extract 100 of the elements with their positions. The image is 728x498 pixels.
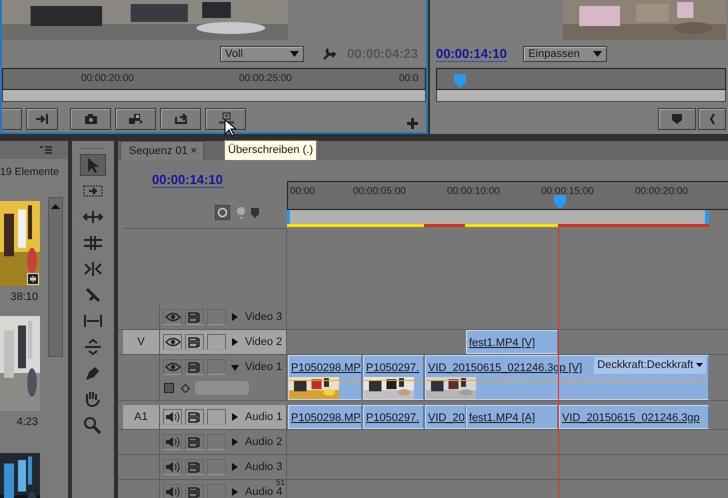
snap-icon[interactable] bbox=[215, 205, 230, 220]
clip[interactable]: P1050298.MP bbox=[288, 355, 362, 400]
clip-label: P1050298.MP bbox=[291, 361, 361, 376]
scale-dropdown[interactable]: Voll bbox=[220, 46, 304, 62]
track-lock-toggle[interactable] bbox=[206, 359, 226, 376]
track-lock-toggle[interactable] bbox=[206, 434, 226, 450]
camera-button[interactable] bbox=[70, 108, 111, 130]
track-lock-toggle[interactable] bbox=[206, 309, 226, 325]
scale-dropdown[interactable]: Einpassen bbox=[523, 46, 608, 62]
lock-icon bbox=[188, 336, 200, 348]
track-target[interactable]: V bbox=[137, 334, 145, 350]
close-button[interactable]: × bbox=[190, 142, 197, 160]
wrench-icon[interactable] bbox=[322, 47, 336, 61]
track-lock-toggle[interactable] bbox=[206, 459, 226, 475]
scrollbar[interactable] bbox=[48, 196, 63, 357]
expand-icon[interactable] bbox=[231, 338, 240, 346]
clip[interactable]: fest1.MP4 [V] bbox=[466, 330, 558, 354]
time-ruler[interactable] bbox=[436, 68, 726, 90]
scrollbar[interactable] bbox=[436, 90, 726, 102]
sequence-tab[interactable]: Sequenz 01 × bbox=[120, 141, 204, 160]
track-lock-toggle[interactable] bbox=[206, 334, 226, 350]
clip[interactable]: P1050297. bbox=[363, 405, 424, 429]
duration: 38:10 bbox=[9, 290, 38, 305]
expand-icon[interactable] bbox=[231, 463, 240, 471]
sync-lock-toggle[interactable] bbox=[184, 434, 204, 450]
visibility-toggle[interactable] bbox=[163, 484, 182, 498]
marker-icon[interactable] bbox=[251, 208, 259, 218]
speaker-icon bbox=[164, 461, 180, 473]
lock-icon bbox=[188, 462, 200, 472]
marker-button[interactable] bbox=[658, 108, 696, 130]
marker-icon bbox=[672, 114, 682, 124]
clip[interactable]: VID_20150615_021246.3gp bbox=[559, 405, 709, 429]
visibility-toggle[interactable] bbox=[163, 359, 182, 376]
menu-icon[interactable] bbox=[40, 146, 52, 154]
expand-icon[interactable] bbox=[231, 413, 240, 421]
expand-icon[interactable] bbox=[231, 488, 240, 496]
overlay-icon bbox=[128, 112, 144, 126]
ruler-label: 00:00 bbox=[290, 185, 316, 199]
keyframe-icon[interactable] bbox=[180, 384, 190, 392]
display-style-icon[interactable] bbox=[164, 382, 175, 394]
insert-icon bbox=[34, 112, 50, 126]
sync-lock-toggle[interactable] bbox=[184, 459, 204, 475]
lock-icon bbox=[188, 436, 200, 448]
visibility-toggle[interactable] bbox=[163, 434, 182, 450]
sync-lock-toggle[interactable] bbox=[184, 309, 204, 325]
selection-tool-icon[interactable] bbox=[80, 154, 106, 176]
track-name: Video 1 bbox=[245, 360, 282, 375]
waveform-icon bbox=[27, 272, 39, 285]
expand-icon[interactable] bbox=[231, 363, 240, 372]
add-icon[interactable] bbox=[407, 118, 418, 129]
clip-label: P1050297. bbox=[366, 361, 420, 376]
scroll-up-icon[interactable] bbox=[49, 202, 62, 210]
tooltip: Überschreiben (.) bbox=[224, 140, 317, 160]
clip-label: fest1.MP4 [V] bbox=[469, 336, 536, 351]
visibility-toggle[interactable] bbox=[163, 334, 182, 350]
track-name: Video 2 bbox=[245, 334, 282, 350]
sync-lock-toggle[interactable] bbox=[184, 484, 204, 498]
sync-lock-toggle[interactable] bbox=[184, 359, 204, 376]
scrollbar[interactable] bbox=[2, 90, 426, 102]
track-name: Video 3 bbox=[245, 310, 282, 325]
sync-lock-toggle[interactable] bbox=[184, 334, 204, 350]
clip[interactable]: VID_20 bbox=[425, 405, 466, 429]
cursor-icon bbox=[224, 119, 236, 137]
speaker-icon bbox=[164, 411, 180, 423]
visibility-toggle[interactable] bbox=[163, 409, 182, 425]
clip[interactable]: P1050298.MP bbox=[288, 405, 362, 429]
lock-icon bbox=[188, 486, 200, 498]
opacity-line bbox=[364, 380, 423, 381]
caret-icon bbox=[290, 51, 300, 57]
grip-icon bbox=[81, 147, 105, 150]
ruler-label: 00:0 bbox=[399, 72, 418, 86]
expand-icon[interactable] bbox=[231, 438, 240, 446]
eye-icon bbox=[164, 361, 180, 374]
clip[interactable]: P1050297. bbox=[363, 355, 424, 400]
duration: 4:23 bbox=[16, 414, 38, 430]
expand-icon[interactable] bbox=[231, 313, 240, 321]
track-lock-toggle[interactable] bbox=[206, 409, 226, 425]
in-point-button[interactable] bbox=[698, 108, 726, 130]
overlay-button[interactable] bbox=[115, 108, 156, 130]
opacity-line bbox=[289, 380, 361, 381]
link-marker-icon[interactable] bbox=[236, 206, 246, 219]
insert-button[interactable] bbox=[26, 108, 58, 130]
sync-lock-toggle[interactable] bbox=[184, 409, 204, 425]
track-name: Audio 3 bbox=[245, 460, 282, 475]
camera-icon bbox=[82, 112, 98, 126]
visibility-toggle[interactable] bbox=[163, 459, 182, 475]
clip-label: VID_20 bbox=[428, 411, 465, 426]
clip[interactable]: fest1.MP4 [A] bbox=[466, 405, 558, 429]
eye-icon bbox=[164, 336, 180, 348]
visibility-toggle[interactable] bbox=[163, 309, 182, 325]
ruler-label: 00:00:20:00 bbox=[635, 185, 688, 199]
ruler-label: 00:00:05:00 bbox=[353, 185, 406, 199]
overwrite-button[interactable] bbox=[205, 108, 246, 130]
lock-icon bbox=[188, 312, 200, 322]
effect-menu[interactable]: Deckkraft:Deckkraft bbox=[594, 357, 706, 374]
export-button[interactable] bbox=[160, 108, 201, 130]
track-name: Audio 1 bbox=[245, 410, 282, 425]
speaker-icon bbox=[164, 486, 180, 498]
clip-label: fest1.MP4 [A] bbox=[469, 411, 536, 426]
caret-icon bbox=[593, 51, 602, 57]
